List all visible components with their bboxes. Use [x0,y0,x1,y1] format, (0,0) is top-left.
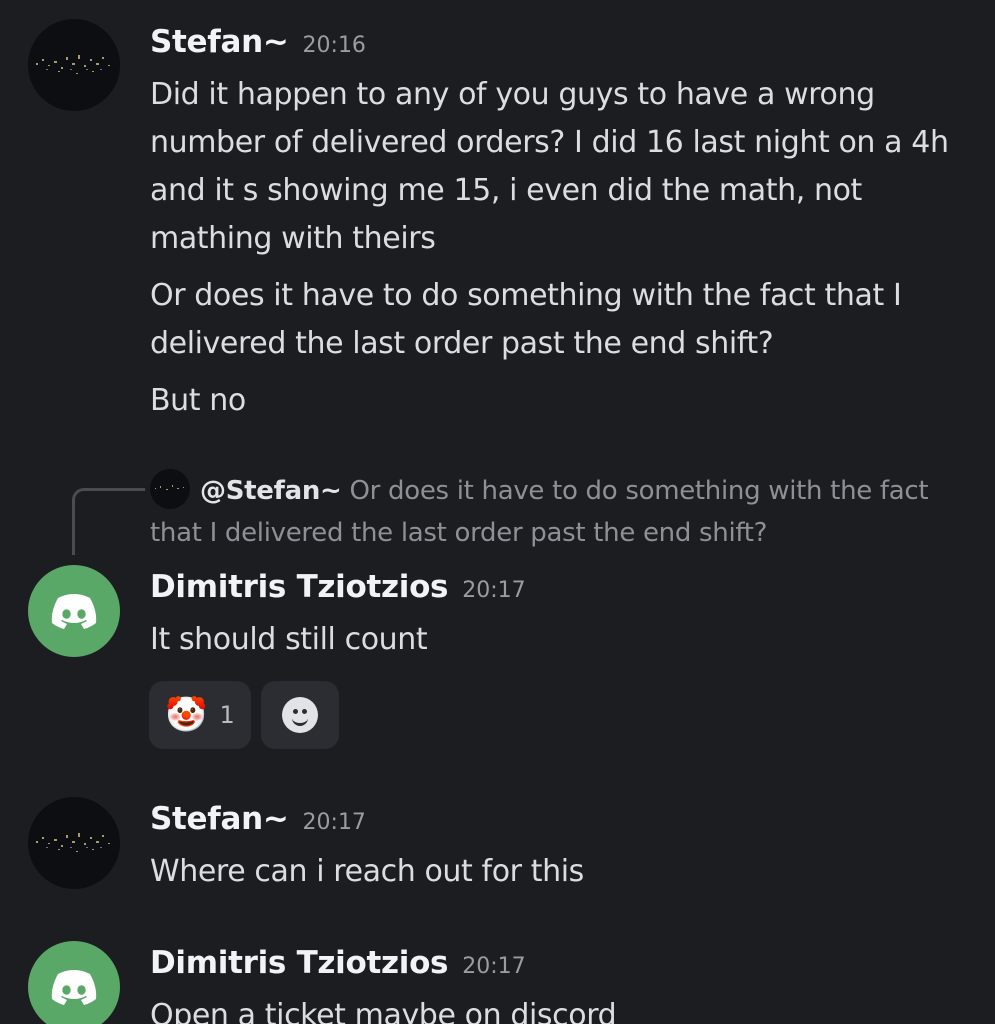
message-header: Dimitris Tziotzios 20:17 [150,945,526,981]
add-reaction-button[interactable] [261,681,339,749]
avatar[interactable] [28,941,120,1024]
avatar[interactable] [28,19,120,111]
timestamp: 20:17 [462,578,526,603]
discord-logo-icon [51,594,97,629]
night-city-icon [28,797,120,889]
chat-messages: Stefan~ 20:16 Did it happen to any of you… [0,0,995,1024]
discord-logo-icon [51,970,97,1005]
message-text: But no [150,383,246,418]
night-city-icon [28,19,120,111]
message-text: Or does it have to do something with the… [150,278,902,361]
reply-preview[interactable]: @Stefan~ Or does it have to do something… [150,470,950,554]
message-header: Dimitris Tziotzios 20:17 [150,569,526,605]
reply-connector [72,488,145,555]
timestamp: 20:17 [302,810,366,835]
timestamp: 20:17 [462,954,526,979]
author-name[interactable]: Dimitris Tziotzios [150,945,449,981]
avatar[interactable] [28,797,120,889]
clown-emoji-icon: 🤡 [165,695,208,735]
author-name[interactable]: Stefan~ [150,801,289,837]
reaction-clown[interactable]: 🤡 1 [149,681,251,749]
author-name[interactable]: Dimitris Tziotzios [150,569,449,605]
message-text: Did it happen to any of you guys to have… [150,77,949,256]
message-text: Where can i reach out for this [150,854,584,889]
reply-author[interactable]: @Stefan~ [200,476,342,506]
add-reaction-icon [282,697,318,733]
message-header: Stefan~ 20:17 [150,801,366,837]
message-header: Stefan~ 20:16 [150,24,366,60]
author-name[interactable]: Stefan~ [150,24,289,60]
message-text: It should still count [150,622,428,657]
reaction-count: 1 [219,701,235,729]
timestamp: 20:16 [302,33,366,58]
message-text: Open a ticket maybe on discord [150,998,617,1024]
avatar[interactable] [28,565,120,657]
